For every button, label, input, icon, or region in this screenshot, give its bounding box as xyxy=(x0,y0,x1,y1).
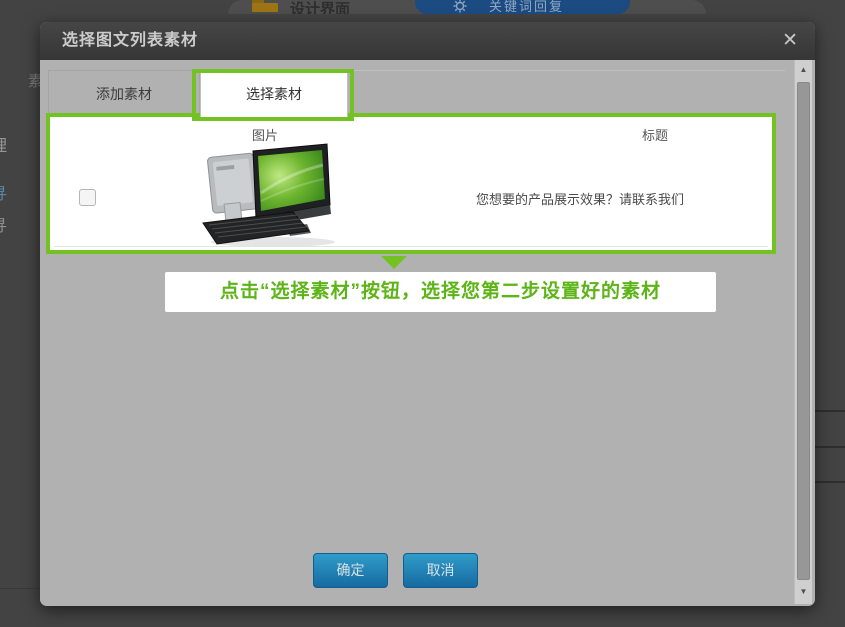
screen: 设计界面 关键词回复 素 理 寻 寻 选择图文列表素材 ✕ xyxy=(0,0,845,627)
scrollbar-thumb[interactable] xyxy=(797,82,810,580)
tab-add-material-label: 添加素材 xyxy=(96,86,152,102)
dialog-title: 选择图文列表素材 xyxy=(62,22,198,60)
background-row-divider xyxy=(815,410,845,412)
design-tab-label: 设计界面 xyxy=(290,0,350,14)
dialog-header: 选择图文列表素材 ✕ xyxy=(40,22,815,60)
select-material-dialog: 选择图文列表素材 ✕ 添加素材 选择素材 图片 标题 xyxy=(40,22,815,606)
background-row-divider xyxy=(815,481,845,483)
keyword-reply-label: 关键词回复 xyxy=(489,0,564,14)
tab-select-material-label: 选择素材 xyxy=(246,86,302,102)
background-fragment: 寻 xyxy=(0,180,7,204)
scrollbar-down-icon[interactable]: ▼ xyxy=(795,585,812,599)
keyword-reply-button[interactable]: 关键词回复 xyxy=(415,0,630,14)
background-fragment: 理 xyxy=(0,132,7,156)
cancel-button[interactable]: 取消 xyxy=(403,553,478,588)
folder-icon xyxy=(252,3,278,12)
close-icon[interactable]: ✕ xyxy=(782,30,798,52)
tour-tooltip: 点击“选择素材”按钮，选择您第二步设置好的素材 xyxy=(165,272,716,312)
tour-tooltip-text: 点击“选择素材”按钮，选择您第二步设置好的素材 xyxy=(220,281,661,302)
background-row-divider xyxy=(815,446,845,448)
tab-add-material[interactable]: 添加素材 xyxy=(48,70,200,118)
dialog-body: 添加素材 选择素材 图片 标题 xyxy=(40,60,815,606)
row-divider xyxy=(54,246,768,247)
material-row-title: 您想要的产品展示效果？请联系我们 xyxy=(440,189,720,208)
material-table: 图片 标题 xyxy=(46,113,776,254)
column-header-title: 标题 xyxy=(600,125,710,144)
background-fragment: 寻 xyxy=(0,212,7,236)
tooltip-arrow-icon xyxy=(381,256,407,269)
product-computer-image xyxy=(195,143,345,249)
material-row-checkbox[interactable] xyxy=(79,189,96,206)
scrollbar[interactable]: ▲ ▼ xyxy=(794,60,812,604)
scrollbar-up-icon[interactable]: ▲ xyxy=(795,63,812,77)
column-header-image: 图片 xyxy=(210,125,320,144)
gear-icon xyxy=(453,0,467,14)
confirm-button[interactable]: 确定 xyxy=(313,553,388,588)
tab-select-material[interactable]: 选择素材 xyxy=(200,72,348,118)
background-divider xyxy=(0,588,40,589)
